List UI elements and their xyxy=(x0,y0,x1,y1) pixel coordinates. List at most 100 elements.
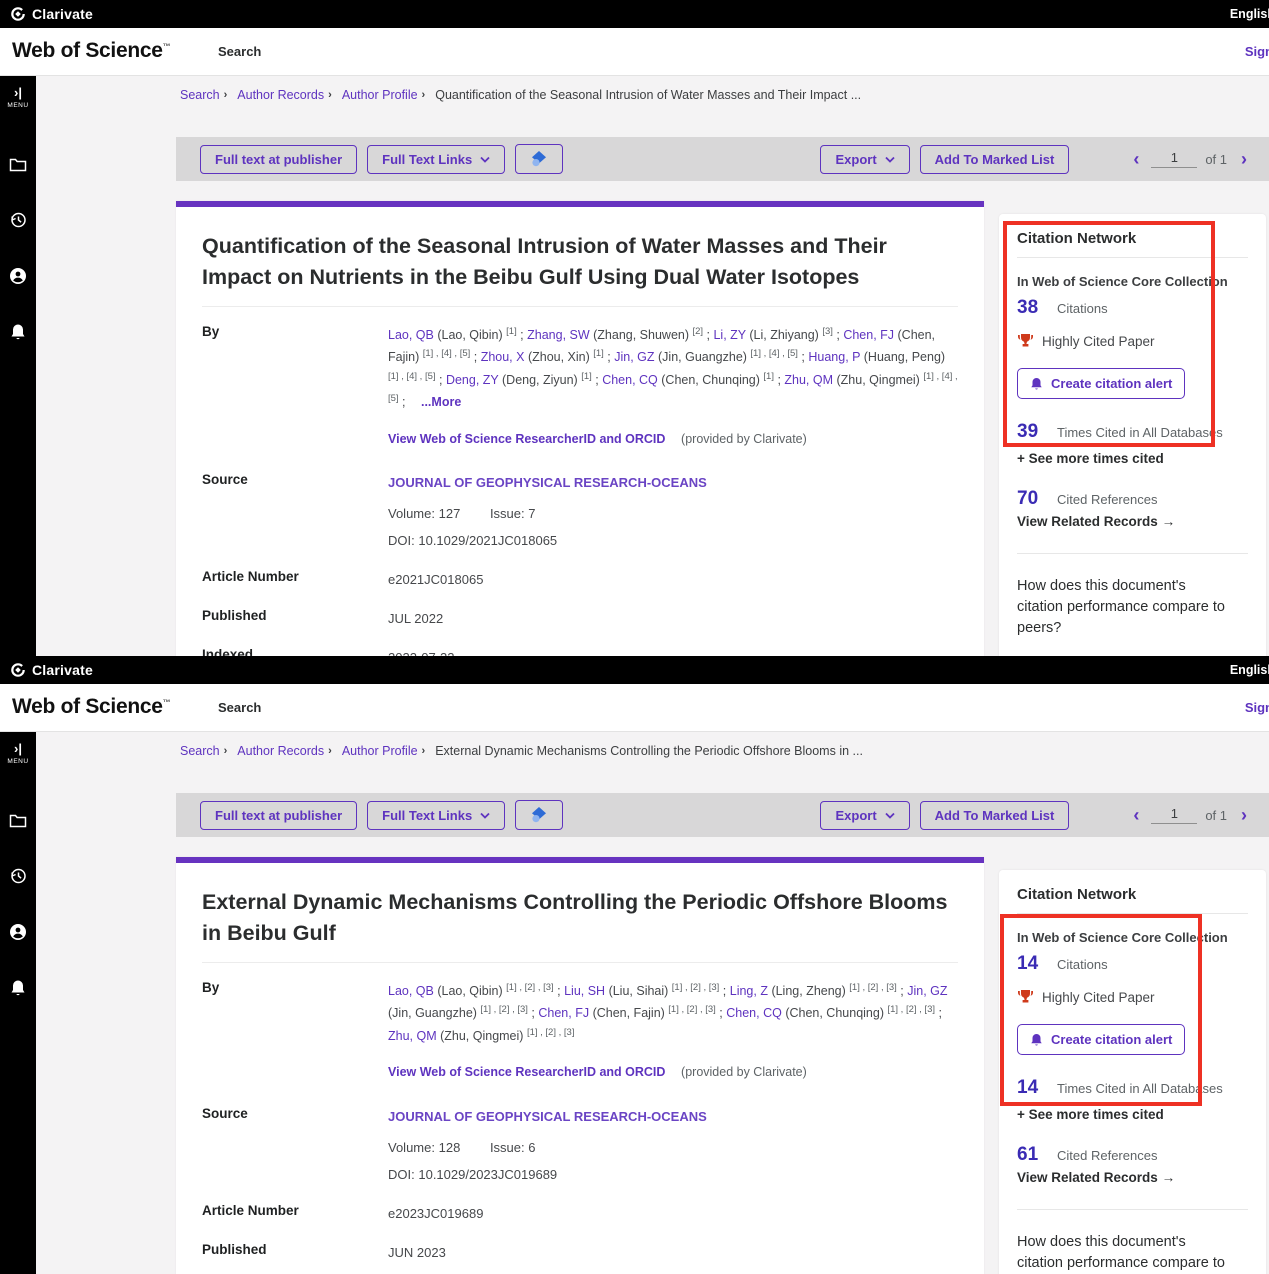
author-link[interactable]: Li, ZY xyxy=(713,328,745,342)
history-icon[interactable] xyxy=(9,867,27,885)
view-related-records-link[interactable]: View Related Records → xyxy=(1017,514,1248,529)
journal-link[interactable]: JOURNAL OF GEOPHYSICAL RESEARCH-OCEANS xyxy=(388,472,958,494)
create-citation-alert-button[interactable]: Create citation alert xyxy=(1017,368,1185,399)
sidebar: ›| MENU xyxy=(0,732,36,1274)
see-more-times-cited-link[interactable]: + See more times cited xyxy=(1017,1107,1248,1122)
open-access-button[interactable] xyxy=(515,144,563,174)
citations-count[interactable]: 38 xyxy=(1017,297,1053,319)
times-cited-count[interactable]: 14 xyxy=(1017,1077,1053,1099)
author-link[interactable]: Chen, FJ xyxy=(538,1007,589,1021)
open-access-diamond-icon xyxy=(528,804,550,826)
arrow-right-icon: → xyxy=(1162,514,1176,529)
author-link[interactable]: Chen, FJ xyxy=(843,328,894,342)
author-link[interactable]: Ling, Z xyxy=(730,984,768,998)
cited-references-label[interactable]: Cited References xyxy=(1057,492,1157,507)
create-citation-alert-button[interactable]: Create citation alert xyxy=(1017,1024,1185,1055)
citations-label[interactable]: Citations xyxy=(1057,957,1108,972)
author-link[interactable]: Zhu, QM xyxy=(388,1029,437,1043)
field-label: Published xyxy=(202,608,388,630)
open-access-button[interactable] xyxy=(515,800,563,830)
full-text-links-button[interactable]: Full Text Links xyxy=(367,801,505,830)
author-separator: ; xyxy=(517,328,527,342)
author-affiliation-sup: [1] , [4] , [5] xyxy=(423,348,471,359)
clarivate-logo[interactable]: Clarivate xyxy=(10,6,93,22)
author-link[interactable]: Jin, GZ xyxy=(907,984,947,998)
author-link[interactable]: Chen, CQ xyxy=(726,1007,782,1021)
author-link[interactable]: Lao, QB xyxy=(388,984,434,998)
wos-logo[interactable]: Web of Science™ xyxy=(12,39,170,63)
show-more-authors-link[interactable]: ...More xyxy=(421,395,461,409)
volume-issue-line: Volume: 127 Issue: 7 xyxy=(388,503,958,525)
author-link[interactable]: Jin, GZ xyxy=(614,351,654,365)
language-selector[interactable]: English xyxy=(1230,7,1269,21)
history-icon[interactable] xyxy=(9,211,27,229)
cited-references-label[interactable]: Cited References xyxy=(1057,1148,1157,1163)
cited-references-count[interactable]: 70 xyxy=(1017,488,1053,510)
field-label: Indexed xyxy=(202,647,388,656)
breadcrumb-link[interactable]: Author Records xyxy=(237,88,324,102)
menu-toggle[interactable]: ›| MENU xyxy=(7,86,28,109)
menu-toggle[interactable]: ›| MENU xyxy=(7,742,28,765)
full-text-at-publisher-button[interactable]: Full text at publisher xyxy=(200,801,357,830)
source-label: Source xyxy=(202,1106,388,1186)
breadcrumb-link[interactable]: Search xyxy=(180,744,220,758)
view-related-records-link[interactable]: View Related Records → xyxy=(1017,1170,1248,1185)
previous-page-button[interactable]: ‹ xyxy=(1129,805,1143,826)
author-link[interactable]: Lao, QB xyxy=(388,328,434,342)
full-text-links-button[interactable]: Full Text Links xyxy=(367,145,505,174)
bell-icon xyxy=(1030,1033,1043,1047)
account-icon[interactable] xyxy=(9,923,27,941)
breadcrumb-link[interactable]: Author Profile xyxy=(342,744,418,758)
breadcrumb-link[interactable]: Author Profile xyxy=(342,88,418,102)
alerts-bell-icon[interactable] xyxy=(10,979,26,997)
full-text-at-publisher-button[interactable]: Full text at publisher xyxy=(200,145,357,174)
account-icon[interactable] xyxy=(9,267,27,285)
researcherid-orcid-link[interactable]: View Web of Science ResearcherID and ORC… xyxy=(388,1065,665,1079)
next-page-button[interactable]: › xyxy=(1237,149,1251,170)
see-more-times-cited-link[interactable]: + See more times cited xyxy=(1017,451,1248,466)
alerts-bell-icon[interactable] xyxy=(10,323,26,341)
next-page-button[interactable]: › xyxy=(1237,805,1251,826)
wos-logo[interactable]: Web of Science™ xyxy=(12,695,170,719)
language-selector[interactable]: English xyxy=(1230,663,1269,677)
author-fullname: (Jin, Guangzhe) xyxy=(655,351,751,365)
nav-search[interactable]: Search xyxy=(218,44,261,59)
field-rows: Article Numbere2023JC019689PublishedJUN … xyxy=(202,1203,958,1274)
breadcrumb-current: External Dynamic Mechanisms Controlling … xyxy=(435,744,863,758)
page-input[interactable]: 1 xyxy=(1151,150,1197,168)
screenshot-viewport: Clarivate English Web of Science™ Search… xyxy=(0,0,1269,1274)
page-input[interactable]: 1 xyxy=(1151,806,1197,824)
signin-link[interactable]: Sign xyxy=(1245,700,1269,715)
marked-list-folder-icon[interactable] xyxy=(9,157,27,173)
export-button[interactable]: Export xyxy=(820,145,909,174)
author-link[interactable]: Zhu, QM xyxy=(784,373,833,387)
signin-link[interactable]: Sign xyxy=(1245,44,1269,59)
author-link[interactable]: Zhang, SW xyxy=(527,328,590,342)
clarivate-logo[interactable]: Clarivate xyxy=(10,662,93,678)
export-button[interactable]: Export xyxy=(820,801,909,830)
times-cited-count[interactable]: 39 xyxy=(1017,421,1053,443)
researcherid-orcid-link[interactable]: View Web of Science ResearcherID and ORC… xyxy=(388,432,665,446)
author-link[interactable]: Zhou, X xyxy=(481,351,525,365)
add-to-marked-list-button[interactable]: Add To Marked List xyxy=(920,801,1070,830)
add-to-marked-list-button[interactable]: Add To Marked List xyxy=(920,145,1070,174)
author-link[interactable]: Huang, P xyxy=(808,351,860,365)
author-separator: ; xyxy=(719,984,729,998)
nav-search[interactable]: Search xyxy=(218,700,261,715)
times-cited-row: 14 Times Cited in All Databases xyxy=(1017,1077,1248,1099)
researcher-row: View Web of Science ResearcherID and ORC… xyxy=(202,1061,958,1083)
journal-link[interactable]: JOURNAL OF GEOPHYSICAL RESEARCH-OCEANS xyxy=(388,1106,958,1128)
breadcrumb-link[interactable]: Author Records xyxy=(237,744,324,758)
author-link[interactable]: Chen, CQ xyxy=(602,373,658,387)
author-link[interactable]: Deng, ZY xyxy=(446,373,499,387)
previous-page-button[interactable]: ‹ xyxy=(1129,149,1143,170)
bell-icon xyxy=(1030,377,1043,391)
core-collection-label: In Web of Science Core Collection xyxy=(1017,274,1248,289)
cited-references-count[interactable]: 61 xyxy=(1017,1144,1053,1166)
breadcrumb-link[interactable]: Search xyxy=(180,88,220,102)
citations-count[interactable]: 14 xyxy=(1017,953,1053,975)
author-affiliation-sup: [1] , [2] , [3] xyxy=(506,982,554,993)
marked-list-folder-icon[interactable] xyxy=(9,813,27,829)
author-link[interactable]: Liu, SH xyxy=(564,984,605,998)
citations-label[interactable]: Citations xyxy=(1057,301,1108,316)
